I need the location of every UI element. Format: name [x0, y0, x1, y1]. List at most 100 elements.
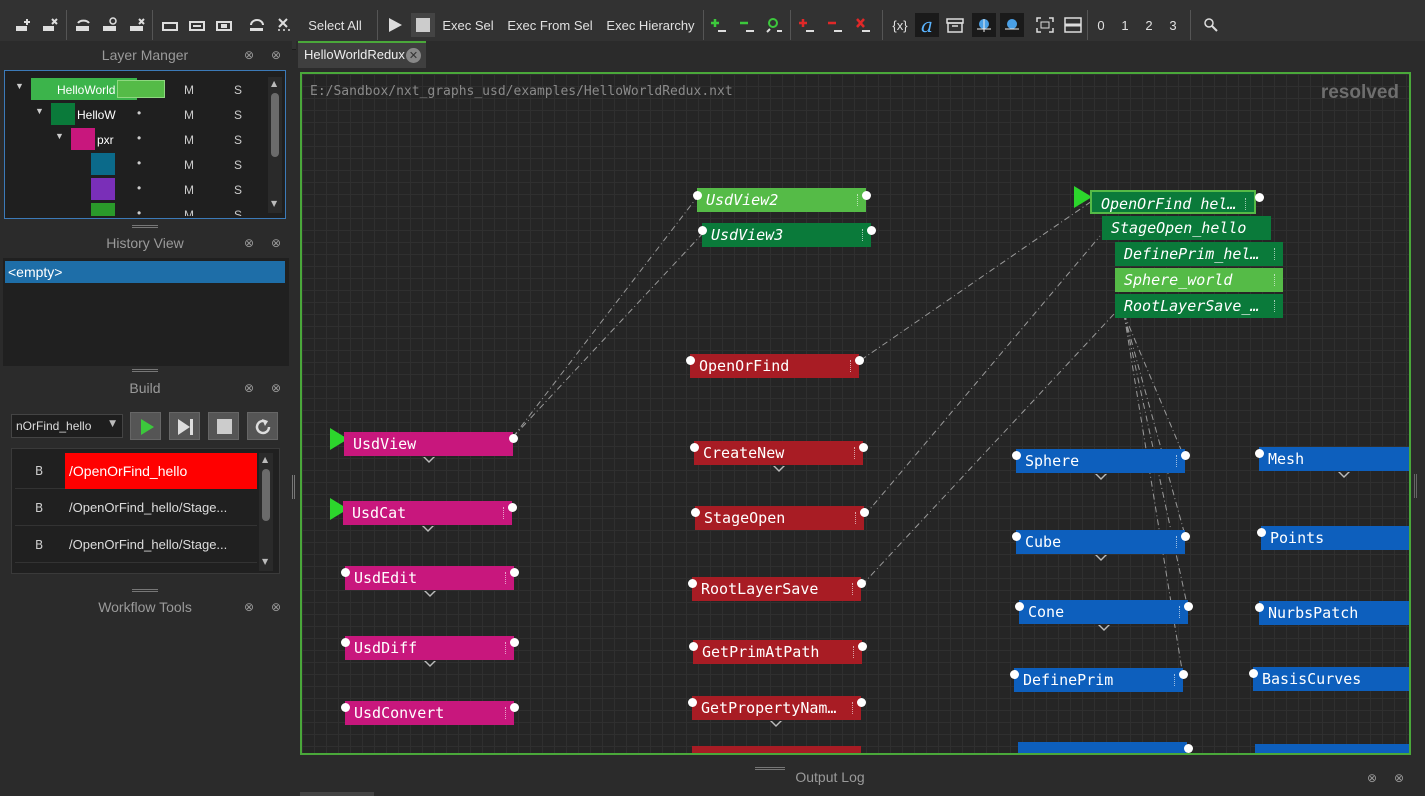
build-row[interactable]: B /OpenOrFind_hello [15, 453, 257, 489]
select-all-button[interactable]: Select All [302, 13, 368, 37]
node-stageopen[interactable]: StageOpen [695, 506, 864, 530]
exec-hierarchy-button[interactable]: Exec Hierarchy [604, 13, 697, 37]
node-openorfind-hello[interactable]: OpenOrFind_hel… [1090, 190, 1256, 214]
attribute-icon[interactable]: a [915, 13, 939, 37]
port-dot[interactable] [688, 698, 697, 707]
node-basiscurves[interactable]: BasisCurves [1253, 667, 1409, 691]
splitter-handle[interactable] [132, 589, 158, 592]
port-dot[interactable] [1015, 602, 1024, 611]
node-usdview[interactable]: UsdView [344, 432, 513, 456]
link-layer-icon[interactable] [99, 13, 123, 37]
port-dot[interactable] [1181, 451, 1190, 460]
stop-icon[interactable] [411, 13, 435, 37]
exec-from-sel-button[interactable]: Exec From Sel [506, 13, 594, 37]
search-node-icon[interactable] [1199, 13, 1223, 37]
float-icon[interactable]: ⊗ [242, 600, 256, 614]
level-2-button[interactable]: 2 [1140, 13, 1158, 37]
window-save-icon[interactable] [212, 13, 236, 37]
node-sphere-world[interactable]: Sphere_world [1115, 268, 1283, 292]
port-dot[interactable] [857, 579, 866, 588]
remove-breakpoint-icon[interactable] [734, 13, 758, 37]
node-defineprim[interactable]: DefinePrim [1014, 668, 1183, 692]
node-getpropertynames[interactable]: GetPropertyNam… [692, 696, 861, 720]
node-cube[interactable]: Cube [1016, 530, 1185, 554]
mute-toggle[interactable]: M [184, 133, 194, 147]
expand-arrow-icon[interactable] [424, 661, 436, 667]
collapse-arrow-icon[interactable]: ▼ [55, 131, 64, 141]
sidebar-splitter[interactable] [292, 475, 295, 499]
node-partial-blue[interactable] [1255, 744, 1409, 753]
collapse-arrow-icon[interactable]: ▼ [35, 106, 44, 116]
port-dot[interactable] [1179, 670, 1188, 679]
scroll-down-icon[interactable]: ▼ [271, 199, 277, 208]
port-dot[interactable] [867, 226, 876, 235]
node-sphere[interactable]: Sphere [1016, 449, 1185, 473]
port-dot[interactable] [1255, 603, 1264, 612]
window-alt-icon[interactable] [185, 13, 209, 37]
grid-snap-icon[interactable] [1000, 13, 1024, 37]
mute-toggle[interactable]: M [184, 183, 194, 197]
node-createnew[interactable]: CreateNew [694, 441, 863, 465]
mute-toggle[interactable]: M [184, 83, 194, 97]
port-dot[interactable] [859, 443, 868, 452]
port-dot[interactable] [341, 638, 350, 647]
expand-arrow-icon[interactable] [1098, 625, 1110, 631]
expand-arrow-icon[interactable] [770, 721, 782, 727]
history-item[interactable]: <empty> [5, 261, 285, 283]
scroll-up-icon[interactable]: ▲ [271, 79, 277, 88]
port-dot[interactable] [857, 698, 866, 707]
layer-row[interactable]: • M S [5, 177, 275, 202]
close-icon[interactable]: ⊗ [269, 236, 283, 250]
node-defineprim-hello[interactable]: DefinePrim_hel… [1115, 242, 1283, 266]
remove-stop-icon[interactable] [822, 13, 846, 37]
port-dot[interactable] [341, 568, 350, 577]
float-icon[interactable]: ⊗ [242, 48, 256, 62]
port-dot[interactable] [855, 356, 864, 365]
play-icon[interactable] [383, 13, 407, 37]
grid-view-icon[interactable] [972, 13, 996, 37]
port-dot[interactable] [698, 226, 707, 235]
close-icon[interactable]: ⊗ [269, 600, 283, 614]
layer-scrollbar[interactable]: ▲ ▼ [268, 77, 282, 213]
splitter-handle[interactable] [132, 225, 158, 228]
port-dot[interactable] [508, 503, 517, 512]
layer-row[interactable]: • M S [5, 152, 275, 177]
build-step-button[interactable] [169, 412, 200, 440]
port-dot[interactable] [1012, 532, 1021, 541]
port-dot[interactable] [1255, 193, 1264, 202]
output-tab[interactable] [300, 792, 374, 796]
port-dot[interactable] [862, 191, 871, 200]
expand-arrow-icon[interactable] [424, 591, 436, 597]
node-mesh[interactable]: Mesh [1259, 447, 1409, 471]
mute-toggle[interactable]: M [184, 208, 194, 216]
add-layer-icon[interactable] [12, 13, 36, 37]
clear-icon[interactable] [272, 13, 296, 37]
port-dot[interactable] [1257, 528, 1266, 537]
scroll-up-icon[interactable]: ▲ [262, 455, 268, 464]
scroll-thumb[interactable] [262, 469, 270, 521]
port-dot[interactable] [341, 703, 350, 712]
level-1-button[interactable]: 1 [1116, 13, 1134, 37]
window-icon[interactable] [158, 13, 182, 37]
mute-toggle[interactable]: M [184, 158, 194, 172]
node-usdedit[interactable]: UsdEdit [345, 566, 514, 590]
node-usdview3[interactable]: UsdView3 [702, 223, 871, 247]
node-getprimatpath[interactable]: GetPrimAtPath [693, 640, 862, 664]
scroll-down-icon[interactable]: ▼ [262, 557, 268, 566]
layer-row[interactable]: • M S [5, 202, 275, 216]
layer-row[interactable]: ▼ HelloWorld M S [5, 77, 275, 102]
visibility-dot-icon[interactable]: • [137, 131, 141, 145]
solo-toggle[interactable]: S [234, 83, 242, 97]
expand-arrow-icon[interactable] [1338, 472, 1350, 478]
float-icon[interactable]: ⊗ [242, 381, 256, 395]
reload-icon[interactable] [245, 13, 269, 37]
add-breakpoint-icon[interactable] [706, 13, 730, 37]
port-dot[interactable] [510, 568, 519, 577]
node-partial-blue[interactable] [1018, 742, 1187, 753]
port-dot[interactable] [688, 579, 697, 588]
port-dot[interactable] [1249, 669, 1258, 678]
node-graph-canvas[interactable]: E:/Sandbox/nxt_graphs_usd/examples/Hello… [300, 72, 1411, 755]
port-dot[interactable] [510, 703, 519, 712]
port-dot[interactable] [1184, 744, 1193, 753]
layer-stack-icon[interactable] [117, 80, 165, 98]
